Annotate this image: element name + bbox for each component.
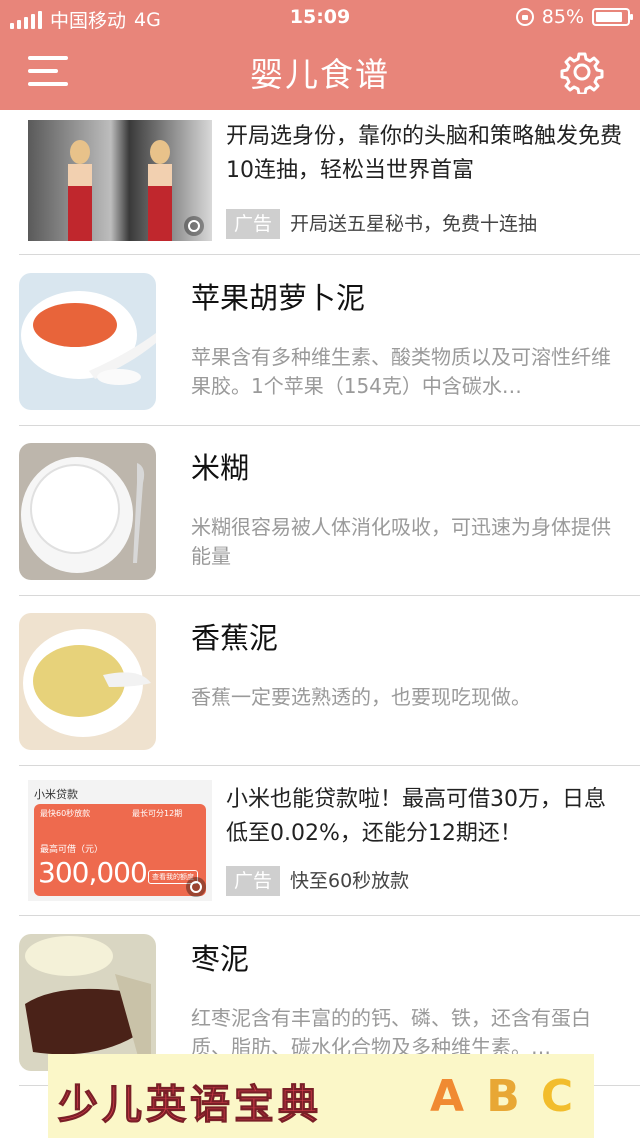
ad-subtitle: 开局送五星秘书，免费十连抽 [290,213,538,235]
battery-percent: 85% [541,6,584,28]
ad-badge: 广告 [226,866,280,896]
recipe-image [19,934,156,1071]
bottom-ad-banner[interactable]: 少儿英语宝典 A B C [48,1054,594,1138]
ad-play-icon [186,877,206,897]
recipe-image [19,273,156,410]
status-bar: 中国移动 4G 15:09 85% [0,0,640,36]
ad-title: 小米也能贷款啦！最高可借30万，日息低至0.02%，还能分12期还！ [226,787,606,846]
ad-brand: 小米贷款 [34,788,78,801]
ad-line2: 最长可分12期 [132,809,183,818]
recipe-image [19,613,156,750]
ad-amount-label: 最高可借（元） [40,845,104,855]
recipe-name: 枣泥 [191,942,250,976]
page-title: 婴儿食谱 [250,55,390,94]
recipe-name: 米糊 [191,451,250,485]
recipe-description: 苹果含有多种维生素、酸类物质以及可溶性纤维果胶。1个苹果（154克）中含碳水… [191,345,611,398]
list-item[interactable]: 米糊 米糊很容易被人体消化吸收，可迅速为身体提供能量 [0,425,640,595]
ad-thumbnail: 小米贷款 最快60秒放款 最长可分12期 最高可借（元） 300,000 查看我… [28,780,212,901]
recipe-name: 苹果胡萝卜泥 [191,281,366,315]
recipe-name: 香蕉泥 [191,621,279,655]
orientation-lock-icon [515,8,534,26]
ad-item[interactable]: 开局选身份，靠你的头脑和策略触发免费10连抽，轻松当世界首富 广告 开局送五星秘… [0,110,640,255]
ad-line1: 最快60秒放款 [40,809,91,818]
gear-icon[interactable] [560,50,604,96]
list-item[interactable]: 香蕉泥 香蕉一定要选熟透的，也要现吃现做。 [0,595,640,765]
ad-card: 最快60秒放款 最长可分12期 最高可借（元） 300,000 查看我的额度 [34,804,206,896]
banner-letter-b: B [486,1071,520,1122]
battery-fill [596,12,622,22]
battery-icon [592,8,633,26]
figure-right [148,140,172,241]
ad-title: 开局选身份，靠你的头脑和策略触发免费10连抽，轻松当世界首富 [226,124,623,183]
ad-amount: 300,000 [38,856,148,889]
banner-letter-c: C [540,1071,574,1122]
menu-icon[interactable] [28,54,68,88]
status-right: 85% [515,6,633,28]
ad-thumbnail [28,120,212,241]
ad-item[interactable]: 小米贷款 最快60秒放款 最长可分12期 最高可借（元） 300,000 查看我… [0,766,640,914]
ad-badge: 广告 [226,209,280,239]
ad-subtitle: 快至60秒放款 [290,870,410,892]
banner-letter-a: A [429,1071,465,1122]
app-header: 中国移动 4G 15:09 85% 婴儿食谱 [0,0,640,110]
recipe-description: 米糊很容易被人体消化吸收，可迅速为身体提供能量 [191,515,611,568]
recipe-image [19,443,156,580]
recipe-description: 香蕉一定要选熟透的，也要现吃现做。 [191,685,531,709]
list-item[interactable]: 苹果胡萝卜泥 苹果含有多种维生素、酸类物质以及可溶性纤维果胶。1个苹果（154克… [0,255,640,425]
banner-text: 少儿英语宝典 [58,1082,322,1129]
figure-left [68,140,92,241]
